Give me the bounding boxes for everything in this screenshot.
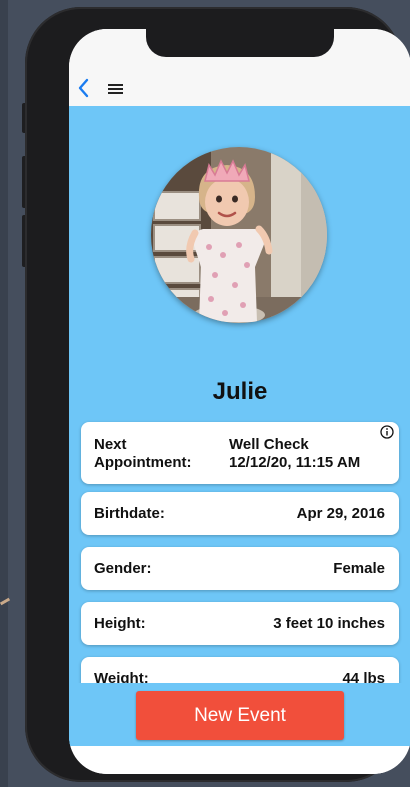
height-card: Height: 3 feet 10 inches [81,602,399,645]
profile-photo-illustration [151,147,327,323]
appointment-datetime: 12/12/20, 11:15 AM [229,454,361,471]
appointment-label: Next Appointment: [94,436,191,472]
appointment-card[interactable]: Next Appointment: Well Check 12/12/20, 1… [81,422,399,484]
phone-notch [146,29,334,57]
profile-name: Julie [212,378,268,405]
hamburger-menu-icon[interactable] [108,84,123,94]
phone-frame: Julie Next Appointment: Well Check 12/12… [25,7,410,782]
birthdate-card: Birthdate: Apr 29, 2016 [81,492,399,535]
home-indicator-area [69,746,410,774]
appointment-type: Well Check [229,436,309,453]
chevron-left-icon[interactable] [77,78,91,98]
gender-value: Female [333,560,385,577]
info-icon[interactable] [380,425,394,439]
height-label: Height: [94,615,146,632]
gender-card: Gender: Female [81,547,399,590]
background-strip [0,0,8,787]
gender-label: Gender: [94,560,152,577]
appointment-value: Well Check 12/12/20, 11:15 AM [229,436,360,472]
appointment-label-line2: Appointment: [94,454,192,471]
appointment-label-line1: Next [94,436,127,453]
birthdate-value: Apr 29, 2016 [296,505,385,522]
birthdate-label: Birthdate: [94,505,165,522]
height-value: 3 feet 10 inches [273,615,385,632]
profile-photo [151,147,327,323]
new-event-button[interactable]: New Event [136,691,344,740]
profile-content: Julie Next Appointment: Well Check 12/12… [69,106,410,746]
phone-screen: Julie Next Appointment: Well Check 12/12… [69,29,410,774]
